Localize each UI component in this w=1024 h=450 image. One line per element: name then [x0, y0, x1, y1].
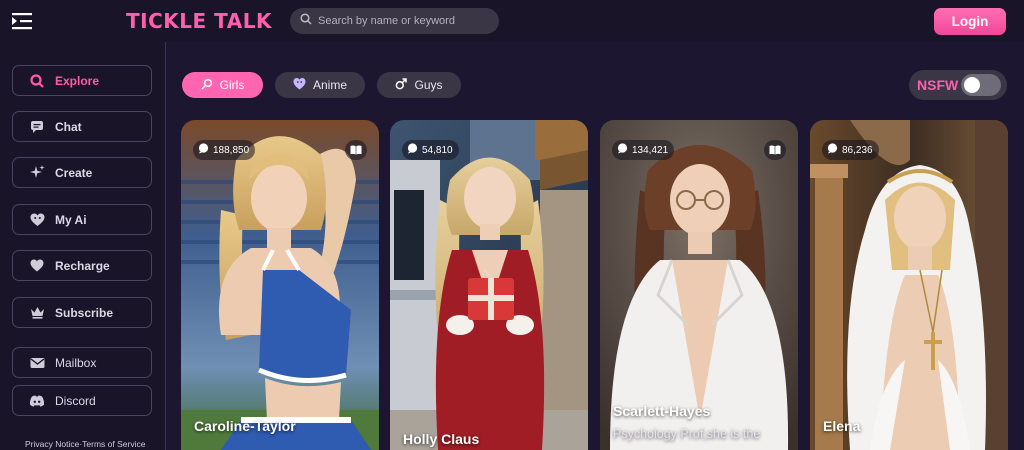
filter-label: Anime	[312, 78, 347, 92]
sidebar-item-label: Recharge	[55, 258, 110, 273]
search-input[interactable]	[318, 15, 488, 27]
app-logo[interactable]: TICKLE TALK	[126, 9, 272, 33]
sparkle-icon	[29, 165, 45, 181]
story-book-icon[interactable]	[345, 140, 367, 160]
character-name: Scarlett-Hayes	[613, 403, 711, 419]
chat-count: 188,850	[213, 144, 250, 156]
chat-bubble-icon	[827, 143, 838, 157]
sidebar-item-recharge[interactable]: Recharge	[12, 250, 152, 281]
chat-count: 134,421	[632, 144, 669, 156]
story-book-icon[interactable]	[764, 140, 786, 160]
character-portrait-image	[600, 120, 798, 450]
heart-face-icon	[29, 212, 45, 228]
chat-count: 54,810	[422, 144, 453, 156]
character-portrait-image	[810, 120, 1008, 450]
chat-count-badge: 188,850	[193, 140, 256, 160]
nsfw-control: NSFW	[909, 70, 1007, 100]
chat-count-badge: 86,236	[822, 140, 879, 160]
sidebar-item-my-ai[interactable]: My Ai	[12, 204, 152, 235]
sidebar-item-mailbox[interactable]: Mailbox	[12, 347, 152, 378]
filter-label: Guys	[414, 78, 443, 92]
sidebar-item-label: Create	[55, 165, 93, 180]
chat-count: 86,236	[842, 144, 873, 156]
chat-icon	[29, 119, 45, 135]
toggle-knob	[964, 77, 980, 93]
discord-icon	[29, 393, 45, 409]
filter-girls[interactable]: Girls	[182, 72, 263, 98]
anime-icon	[293, 77, 306, 93]
sidebar-item-label: Discord	[55, 393, 96, 408]
sidebar-item-label: Subscribe	[55, 305, 114, 320]
sidebar-item-label: Chat	[55, 119, 82, 134]
sidebar-item-subscribe[interactable]: Subscribe	[12, 297, 152, 328]
male-icon	[395, 77, 408, 93]
top-bar: TICKLE TALK Login	[0, 0, 1024, 42]
chat-bubble-icon	[617, 143, 628, 157]
terms-of-service-link[interactable]: Terms of Service	[82, 439, 145, 449]
sidebar-item-label: Mailbox	[55, 355, 97, 370]
menu-toggle-icon[interactable]	[12, 12, 32, 30]
search-icon	[29, 73, 45, 89]
sidebar-item-explore[interactable]: Explore	[12, 65, 152, 96]
chat-bubble-icon	[407, 143, 418, 157]
login-button[interactable]: Login	[934, 8, 1006, 35]
privacy-notice-link[interactable]: Privacy Notice	[25, 439, 79, 449]
sidebar-item-chat[interactable]: Chat	[12, 111, 152, 142]
sidebar: Explore Chat Create My Ai Recharge Subsc…	[0, 42, 166, 450]
character-name: Elena	[823, 418, 861, 434]
sidebar-item-discord[interactable]: Discord	[12, 385, 152, 416]
search-icon	[300, 12, 312, 30]
filter-label: Girls	[219, 78, 245, 92]
female-icon	[201, 78, 213, 93]
crown-icon	[29, 305, 45, 321]
character-card[interactable]: 134,421 Scarlett-Hayes Psychology Prof,s…	[600, 120, 798, 450]
nsfw-label: NSFW	[917, 77, 959, 93]
character-card[interactable]: 86,236 Elena	[810, 120, 1008, 450]
character-name: Caroline-Taylor	[194, 418, 296, 434]
character-portrait-image	[390, 120, 588, 450]
sidebar-item-create[interactable]: Create	[12, 157, 152, 188]
character-description: Psychology Prof,she is the	[613, 427, 761, 441]
nsfw-toggle[interactable]	[961, 74, 1001, 96]
filter-guys[interactable]: Guys	[377, 72, 461, 98]
character-name: Holly Claus	[403, 431, 480, 447]
character-card[interactable]: 54,810 Holly Claus	[390, 120, 588, 450]
mail-icon	[29, 355, 45, 371]
chat-count-badge: 134,421	[612, 140, 675, 160]
footer-links: Privacy Notice·Terms of Service	[25, 439, 145, 449]
chat-bubble-icon	[198, 143, 209, 157]
heart-icon	[29, 258, 45, 274]
chat-count-badge: 54,810	[402, 140, 459, 160]
sidebar-item-label: Explore	[55, 73, 100, 88]
character-card[interactable]: 188,850 Caroline-Taylor	[181, 120, 379, 450]
character-portrait-image	[181, 120, 379, 450]
search-bar[interactable]	[290, 8, 499, 34]
filter-anime[interactable]: Anime	[275, 72, 365, 98]
sidebar-item-label: My Ai	[55, 212, 87, 227]
